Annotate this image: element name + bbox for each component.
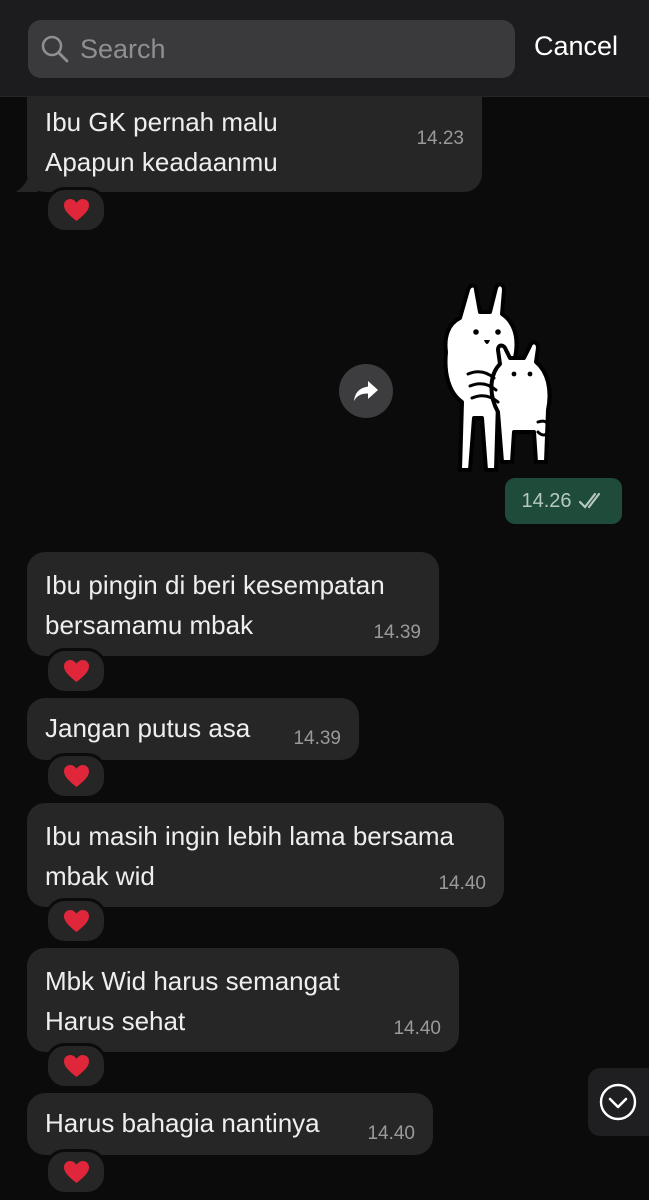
message-text: Mbk Wid harus semangat Harus sehat [45,966,340,1036]
message-bubble[interactable]: Jangan putus asa 14.39 [27,698,359,760]
search-icon [41,35,69,63]
double-check-icon [578,492,600,509]
message-bubble[interactable]: Harus bahagia nantinya 14.40 [27,1093,433,1155]
message-bubble[interactable]: Ibu GK pernah malu Apapun keadaanmu 14.2… [27,90,482,192]
search-input[interactable] [80,20,500,78]
hug-sticker[interactable] [438,282,574,472]
message-text: Ibu masih ingin lebih lama bersama mbak … [45,821,454,891]
heart-reaction[interactable] [45,648,107,694]
heart-icon [63,1161,89,1183]
message-time: 14.39 [293,728,341,749]
message-text: Jangan putus asa [45,713,251,743]
message-bubble[interactable]: Ibu masih ingin lebih lama bersama mbak … [27,803,504,907]
message-time: 14.39 [373,622,421,643]
message-text: Ibu pingin di beri kesempatan bersamamu … [45,570,385,640]
message-text: Harus bahagia nantinya [45,1108,320,1138]
message-time: 14.40 [367,1123,415,1144]
message-bubble[interactable]: Mbk Wid harus semangat Harus sehat 14.40 [27,948,459,1052]
scroll-to-bottom-button[interactable] [588,1068,649,1136]
message-time: 14.26 [521,489,572,512]
bubble-tail [16,170,38,192]
heart-reaction[interactable] [45,753,107,799]
heart-reaction[interactable] [45,898,107,944]
message-time: 14.23 [416,128,464,149]
heart-reaction[interactable] [45,1149,107,1195]
search-header: Cancel [0,0,649,97]
forward-button[interactable] [339,364,393,418]
heart-icon [63,1055,89,1077]
message-bubble[interactable]: Ibu pingin di beri kesempatan bersamamu … [27,552,439,656]
heart-icon [63,199,89,221]
heart-icon [63,910,89,932]
message-time: 14.40 [438,873,486,894]
heart-reaction[interactable] [45,187,107,233]
message-text: Ibu GK pernah malu Apapun keadaanmu [45,107,278,177]
search-bar[interactable] [28,20,515,78]
sent-message-meta: 14.26 [505,478,622,524]
heart-reaction[interactable] [45,1043,107,1089]
forward-icon [354,381,378,401]
chevron-down-circle-icon [599,1083,637,1121]
message-time: 14.40 [393,1018,441,1039]
heart-icon [63,765,89,787]
heart-icon [63,660,89,682]
cancel-button[interactable]: Cancel [534,31,618,62]
